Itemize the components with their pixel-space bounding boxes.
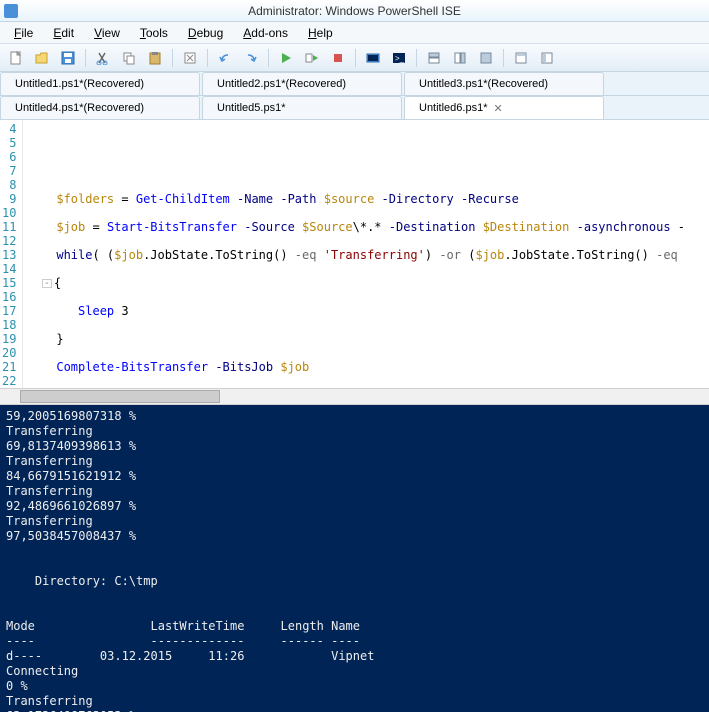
menu-addons[interactable]: Add-ons	[235, 24, 296, 42]
show-script-pane-right-button[interactable]	[448, 47, 472, 69]
tab-untitled6[interactable]: Untitled6.ps1* ✕	[404, 96, 604, 119]
save-button[interactable]	[56, 47, 80, 69]
menu-bar: File Edit View Tools Debug Add-ons Help	[0, 22, 709, 44]
paste-button[interactable]	[143, 47, 167, 69]
tab-untitled5[interactable]: Untitled5.ps1*	[202, 96, 402, 119]
menu-view[interactable]: View	[86, 24, 128, 42]
run-script-button[interactable]	[274, 47, 298, 69]
code-area[interactable]: $folders = Get-ChildItem -Name -Path $so…	[23, 120, 709, 388]
close-icon[interactable]: ✕	[494, 102, 503, 115]
tab-label: Untitled5.ps1*	[217, 102, 286, 114]
undo-button[interactable]	[213, 47, 237, 69]
tab-row-2: Untitled4.ps1*(Recovered) Untitled5.ps1*…	[0, 96, 709, 120]
menu-debug[interactable]: Debug	[180, 24, 231, 42]
show-script-pane-max-button[interactable]	[474, 47, 498, 69]
menu-tools[interactable]: Tools	[132, 24, 176, 42]
menu-help[interactable]: Help	[300, 24, 341, 42]
tab-label: Untitled6.ps1*	[419, 102, 488, 114]
cut-button[interactable]	[91, 47, 115, 69]
window-titlebar: Administrator: Windows PowerShell ISE	[0, 0, 709, 22]
script-editor[interactable]: 456789101112131415161718192021222324 $fo…	[0, 120, 709, 388]
line-gutter: 456789101112131415161718192021222324	[0, 120, 23, 388]
clear-console-button[interactable]	[178, 47, 202, 69]
tab-label: Untitled4.ps1*(Recovered)	[15, 102, 144, 114]
menu-file[interactable]: File	[6, 24, 41, 42]
tab-label: Untitled1.ps1*(Recovered)	[15, 78, 144, 90]
show-command-window-button[interactable]	[535, 47, 559, 69]
menu-edit[interactable]: Edit	[45, 24, 82, 42]
show-command-addon-button[interactable]	[509, 47, 533, 69]
copy-button[interactable]	[117, 47, 141, 69]
start-powershell-button[interactable]: >_	[387, 47, 411, 69]
tab-untitled3[interactable]: Untitled3.ps1*(Recovered)	[404, 72, 604, 95]
open-file-button[interactable]	[30, 47, 54, 69]
svg-text:>_: >_	[395, 54, 405, 63]
tab-row-1: Untitled1.ps1*(Recovered) Untitled2.ps1*…	[0, 72, 709, 96]
tab-label: Untitled3.ps1*(Recovered)	[419, 78, 548, 90]
new-remote-tab-button[interactable]	[361, 47, 385, 69]
redo-button[interactable]	[239, 47, 263, 69]
tab-untitled1[interactable]: Untitled1.ps1*(Recovered)	[0, 72, 200, 95]
tab-label: Untitled2.ps1*(Recovered)	[217, 78, 346, 90]
scroll-thumb[interactable]	[20, 390, 220, 403]
stop-button[interactable]	[326, 47, 350, 69]
horizontal-scrollbar[interactable]	[0, 388, 709, 405]
new-file-button[interactable]	[4, 47, 28, 69]
console-pane[interactable]: 59,2005169807318 % Transferring 69,81374…	[0, 405, 709, 712]
tab-untitled4[interactable]: Untitled4.ps1*(Recovered)	[0, 96, 200, 119]
app-icon	[4, 4, 18, 18]
window-title: Administrator: Windows PowerShell ISE	[248, 4, 461, 18]
run-selection-button[interactable]	[300, 47, 324, 69]
show-script-pane-top-button[interactable]	[422, 47, 446, 69]
toolbar: >_	[0, 44, 709, 72]
tab-untitled2[interactable]: Untitled2.ps1*(Recovered)	[202, 72, 402, 95]
